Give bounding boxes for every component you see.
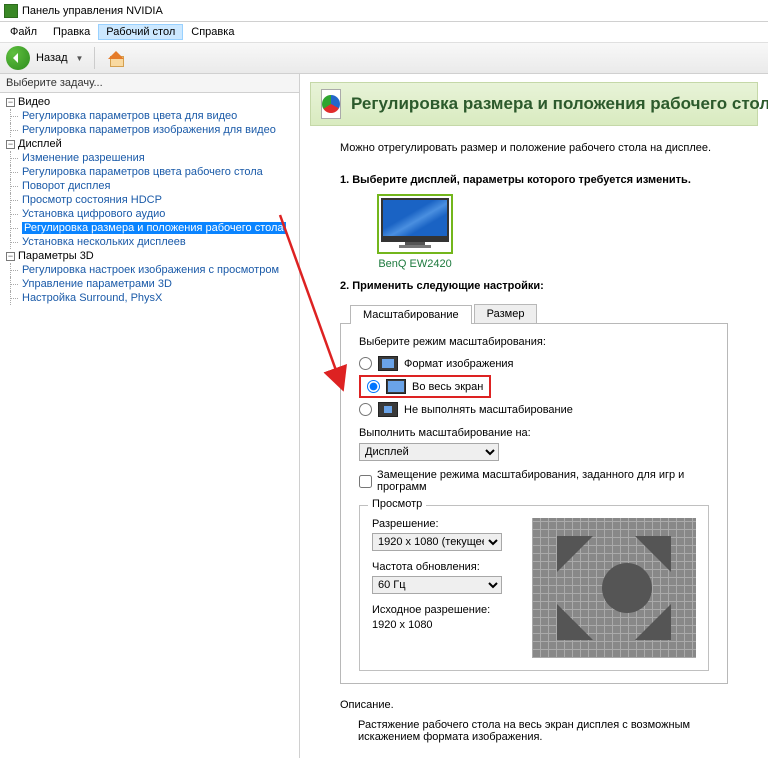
page-title: Регулировка размера и положения рабочего… (351, 94, 768, 114)
native-res-label: Исходное разрешение: (372, 604, 502, 616)
tree-item-physx[interactable]: Настройка Surround, PhysX (22, 292, 162, 304)
step2-title: 2. Применить следующие настройки: (340, 280, 728, 292)
radio-format[interactable] (359, 357, 372, 370)
back-label: Назад (36, 52, 68, 64)
tree-item-3d-manage[interactable]: Управление параметрами 3D (22, 278, 172, 290)
tree-item-video-image[interactable]: Регулировка параметров изображения для в… (22, 124, 276, 136)
format-icon (378, 356, 398, 371)
scale-on-label: Выполнить масштабирование на: (359, 427, 709, 439)
menu-bar: Файл Правка Рабочий стол Справка (0, 22, 768, 42)
sidebar: Выберите задачу... −Видео Регулировка па… (0, 74, 300, 758)
page-intro: Можно отрегулировать размер и положение … (340, 142, 728, 154)
tree-item-multidisplay[interactable]: Установка нескольких дисплеев (22, 236, 186, 248)
override-games-label: Замещение режима масштабирования, заданн… (377, 469, 709, 493)
menu-desktop[interactable]: Рабочий стол (98, 24, 183, 40)
main-pane: Регулировка размера и положения рабочего… (300, 74, 768, 758)
step1-title: 1. Выберите дисплей, параметры которого … (340, 174, 728, 186)
tree-item-rotate[interactable]: Поворот дисплея (22, 180, 110, 192)
tree-item-resolution[interactable]: Изменение разрешения (22, 152, 145, 164)
tree-item-audio[interactable]: Установка цифрового аудио (22, 208, 165, 220)
tree-item-desktop-color[interactable]: Регулировка параметров цвета рабочего ст… (22, 166, 263, 178)
resolution-select[interactable]: 1920 x 1080 (текущее) (372, 533, 502, 551)
radio-fullscreen-row: Во весь экран (359, 375, 709, 398)
radio-format-label: Формат изображения (404, 358, 514, 370)
tab-scaling[interactable]: Масштабирование (350, 305, 472, 324)
toolbar: Назад ▼ (0, 42, 768, 74)
override-games-checkbox[interactable] (359, 475, 372, 488)
tab-page-scaling: Выберите режим масштабирования: Формат и… (340, 324, 728, 684)
scale-on-select[interactable]: Дисплей (359, 443, 499, 461)
description-header: Описание. (340, 699, 728, 711)
separator (94, 47, 95, 69)
task-tree: −Видео Регулировка параметров цвета для … (0, 93, 299, 307)
radio-noscale[interactable] (359, 403, 372, 416)
tree-item-desktop-size[interactable]: Регулировка размера и положения рабочего… (22, 222, 286, 234)
tab-strip: Масштабирование Размер (340, 304, 728, 324)
menu-help[interactable]: Справка (183, 24, 242, 40)
tree-item-3d-preview[interactable]: Регулировка настроек изображения с просм… (22, 264, 279, 276)
preview-pattern (532, 518, 696, 658)
tree-cat-3d[interactable]: Параметры 3D (18, 250, 94, 262)
tree-item-video-color[interactable]: Регулировка параметров цвета для видео (22, 110, 237, 122)
task-header: Выберите задачу... (0, 74, 299, 93)
radio-fullscreen[interactable] (367, 380, 380, 393)
refresh-select[interactable]: 60 Гц (372, 576, 502, 594)
tree-toggle-icon[interactable]: − (6, 252, 15, 261)
home-button[interactable] (104, 46, 128, 70)
tree-toggle-icon[interactable]: − (6, 140, 15, 149)
fullscreen-icon (386, 379, 406, 394)
radio-format-row: Формат изображения (359, 356, 709, 371)
scale-mode-label: Выберите режим масштабирования: (359, 336, 709, 348)
monitor-icon (377, 194, 453, 254)
menu-edit[interactable]: Правка (45, 24, 98, 40)
back-button[interactable] (6, 46, 30, 70)
radio-noscale-label: Не выполнять масштабирование (404, 404, 573, 416)
monitor-label: BenQ EW2420 (370, 258, 460, 270)
window-title: Панель управления NVIDIA (22, 5, 163, 17)
back-dropdown[interactable]: ▼ (74, 54, 86, 63)
tree-cat-display[interactable]: Дисплей (18, 138, 62, 150)
app-icon (4, 4, 18, 18)
native-res-value: 1920 x 1080 (372, 619, 502, 631)
preview-group-title: Просмотр (368, 498, 426, 510)
menu-file[interactable]: Файл (2, 24, 45, 40)
home-icon (108, 51, 124, 65)
radio-fullscreen-label: Во весь экран (412, 381, 483, 393)
tree-cat-video[interactable]: Видео (18, 96, 50, 108)
resolution-label: Разрешение: (372, 518, 502, 530)
tab-size[interactable]: Размер (474, 304, 538, 323)
page-header-icon (321, 89, 341, 119)
preview-group: Просмотр Разрешение: 1920 x 1080 (текуще… (359, 505, 709, 671)
radio-noscale-row: Не выполнять масштабирование (359, 402, 709, 417)
tree-toggle-icon[interactable]: − (6, 98, 15, 107)
noscale-icon (378, 402, 398, 417)
description-text: Растяжение рабочего стола на весь экран … (358, 719, 728, 743)
page-header: Регулировка размера и положения рабочего… (310, 82, 758, 126)
title-bar: Панель управления NVIDIA (0, 0, 768, 22)
refresh-label: Частота обновления: (372, 561, 502, 573)
monitor-selector[interactable]: BenQ EW2420 (370, 194, 460, 270)
tree-item-hdcp[interactable]: Просмотр состояния HDCP (22, 194, 162, 206)
